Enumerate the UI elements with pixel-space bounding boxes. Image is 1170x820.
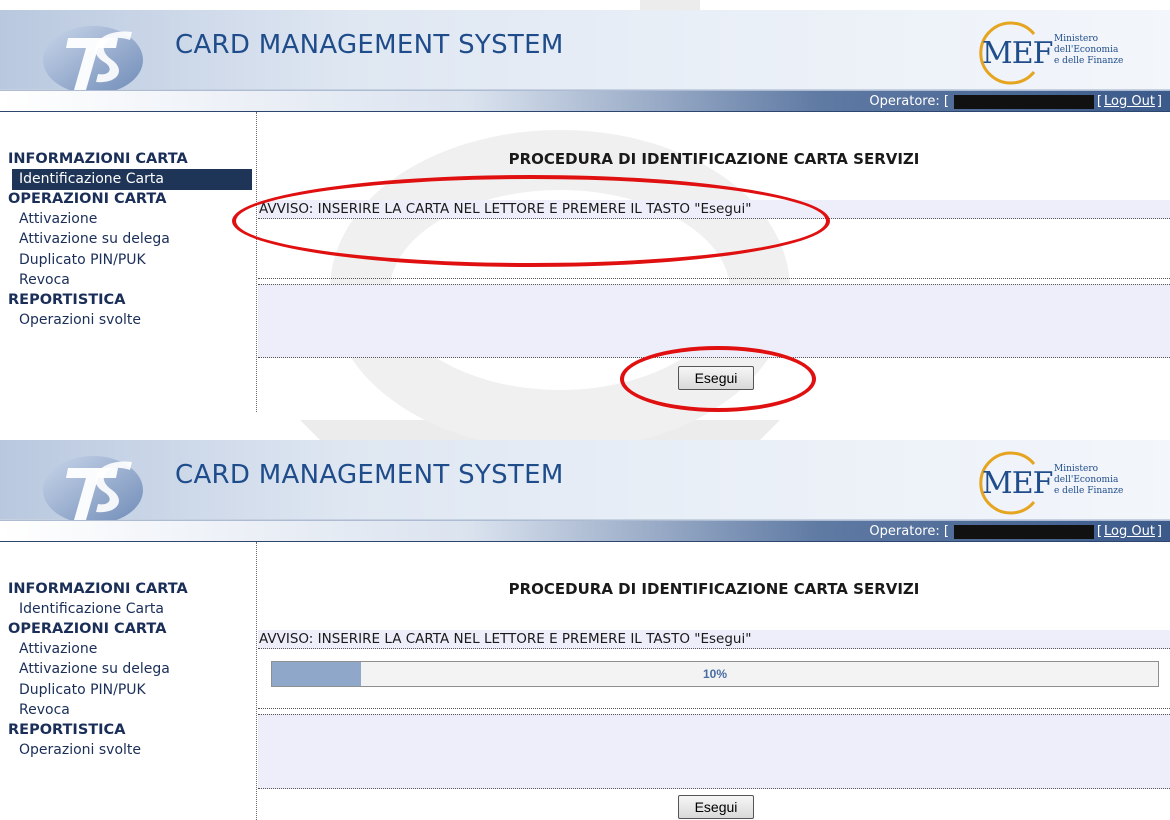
sidebar-item-duplicato-pin-puk[interactable]: Duplicato PIN/PUK [0, 250, 256, 271]
logout-link[interactable]: Log Out [1104, 524, 1155, 539]
progress-percent: 10% [702, 667, 728, 681]
sidebar-item-attivazione-su-delega[interactable]: Attivazione su delega [0, 229, 256, 250]
app-header: CARD MANAGEMENT SYSTEM MEF Ministero del… [0, 10, 1170, 94]
result-area [258, 284, 1170, 358]
sidebar-item-operazioni-svolte[interactable]: Operazioni svolte [0, 740, 256, 761]
sidebar-item-revoca[interactable]: Revoca [0, 700, 256, 721]
mef-logo-text: MEF [982, 466, 1053, 501]
notice-message: AVVISO: INSERIRE LA CARTA NEL LETTORE E … [258, 630, 1170, 649]
esegui-button[interactable]: Esegui [678, 366, 754, 390]
app-header: CARD MANAGEMENT SYSTEM MEF Ministero del… [0, 440, 1170, 524]
screenshot-panel-2: CARD MANAGEMENT SYSTEM MEF Ministero del… [0, 430, 1170, 820]
bracket-close: ] [1156, 94, 1162, 109]
progress-area-empty [258, 219, 1170, 279]
page-title: PROCEDURA DI IDENTIFICAZIONE CARTA SERVI… [508, 150, 920, 168]
app-title: CARD MANAGEMENT SYSTEM [175, 460, 564, 490]
page-title: PROCEDURA DI IDENTIFICAZIONE CARTA SERVI… [508, 580, 920, 598]
main-content: PROCEDURA DI IDENTIFICAZIONE CARTA SERVI… [258, 112, 1170, 412]
sidebar-item-identificazione-carta[interactable]: Identificazione Carta [0, 599, 256, 620]
sidebar-item-attivazione[interactable]: Attivazione [0, 209, 256, 230]
sidebar-item-attivazione-su-delega[interactable]: Attivazione su delega [0, 659, 256, 680]
section-informazioni-carta: INFORMAZIONI CARTA [8, 151, 188, 167]
mef-logo: MEF Ministero dell'Economia e delle Fina… [978, 14, 1170, 90]
section-reportistica: REPORTISTICA [8, 721, 126, 738]
bracket-open: [ [1096, 524, 1102, 539]
main-content: PROCEDURA DI IDENTIFICAZIONE CARTA SERVI… [258, 542, 1170, 820]
sidebar-item-duplicato-pin-puk[interactable]: Duplicato PIN/PUK [0, 680, 256, 701]
operator-bar: Operatore: [ [ Log Out ] [0, 520, 1170, 542]
mef-logo: MEF Ministero dell'Economia e delle Fina… [978, 444, 1170, 520]
operator-bar: Operatore: [ [ Log Out ] [0, 90, 1170, 112]
bracket-open: [ [1096, 94, 1102, 109]
ministry-name: Ministero dell'Economia e delle Finanze [1054, 464, 1124, 496]
sidebar-item-attivazione[interactable]: Attivazione [0, 639, 256, 660]
logout-link[interactable]: Log Out [1104, 94, 1155, 109]
ts-logo-icon [43, 456, 143, 524]
result-area [258, 714, 1170, 789]
esegui-button[interactable]: Esegui [678, 795, 754, 819]
sidebar-item-revoca[interactable]: Revoca [0, 270, 256, 291]
section-operazioni-carta: OPERAZIONI CARTA [8, 190, 167, 207]
operator-label: Operatore: [ [869, 524, 949, 539]
section-reportistica: REPORTISTICA [8, 291, 126, 308]
operator-name-redacted [953, 524, 1094, 539]
ts-logo-icon [43, 26, 143, 94]
sidebar-menu: INFORMAZIONI CARTA Identificazione Carta… [0, 112, 257, 412]
notice-message: AVVISO: INSERIRE LA CARTA NEL LETTORE E … [258, 200, 1170, 219]
progress-area: 10% [258, 649, 1170, 709]
sidebar-menu: INFORMAZIONI CARTA Identificazione Carta… [0, 542, 257, 820]
app-title: CARD MANAGEMENT SYSTEM [175, 30, 564, 60]
progress-bar: 10% [271, 661, 1159, 687]
sidebar-item-identificazione-carta[interactable]: Identificazione Carta [12, 169, 252, 190]
screenshot-panel-1: CARD MANAGEMENT SYSTEM MEF Ministero del… [0, 0, 1170, 415]
section-informazioni-carta: INFORMAZIONI CARTA [8, 581, 188, 597]
section-operazioni-carta: OPERAZIONI CARTA [8, 620, 167, 637]
sidebar-item-operazioni-svolte[interactable]: Operazioni svolte [0, 310, 256, 331]
operator-label: Operatore: [ [869, 94, 949, 109]
ministry-name: Ministero dell'Economia e delle Finanze [1054, 34, 1124, 66]
operator-name-redacted [953, 94, 1094, 109]
mef-logo-text: MEF [982, 36, 1053, 71]
bracket-close: ] [1156, 524, 1162, 539]
